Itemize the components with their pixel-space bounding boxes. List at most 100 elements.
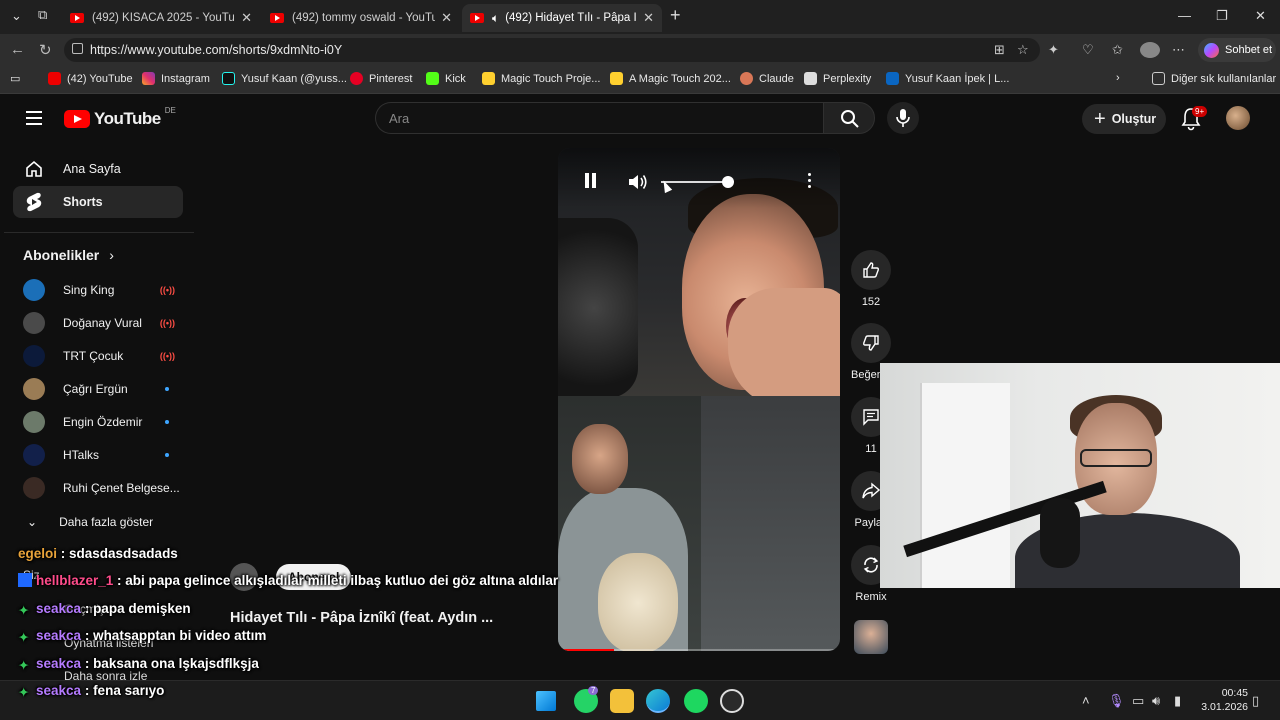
back-icon[interactable]: ← <box>10 41 25 58</box>
subscription-name: Doğanay Vural <box>63 316 142 330</box>
subscriptions-header[interactable]: Abonelikler › <box>23 247 114 263</box>
create-button[interactable]: + Oluştur <box>1082 104 1166 134</box>
refresh-icon[interactable]: ↻ <box>39 41 52 59</box>
bookmark-instagram[interactable]: Instagram <box>142 72 210 85</box>
obs-icon[interactable] <box>720 689 744 713</box>
bookmark-tiktok[interactable]: Yusuf Kaan (@yuss... <box>222 72 347 85</box>
restore-icon[interactable]: ❐ <box>1216 8 1228 24</box>
bookmarks-overflow-chevron-icon[interactable]: › <box>1116 72 1120 84</box>
bookmark-perplexity[interactable]: Perplexity <box>804 72 871 85</box>
more-options-icon[interactable] <box>808 173 811 191</box>
extensions-icon[interactable]: ✦ <box>1048 42 1059 58</box>
workspaces-icon[interactable]: ⧉ <box>38 7 47 23</box>
subscription-item[interactable]: Engin Özdemir <box>13 407 183 437</box>
url-field[interactable]: https://www.youtube.com/shorts/9xdmNto-i… <box>64 38 1040 62</box>
close-tab-icon[interactable]: ✕ <box>441 10 452 26</box>
chat-text: sdasdasdsadads <box>69 546 178 561</box>
minimize-icon[interactable]: — <box>1178 8 1191 23</box>
subscription-item[interactable]: TRT Çocuk ((•)) <box>13 341 183 371</box>
battery-icon[interactable]: ▮ <box>1174 693 1181 709</box>
subscriptions-header-label: Abonelikler <box>23 247 100 263</box>
browser-tab[interactable]: (492) tommy oswald - YouTube ✕ <box>262 4 460 32</box>
chat-text: whatsapptan bi video attım <box>93 628 267 643</box>
microphone-tray-icon[interactable]: 🎙︎ <box>1108 693 1125 709</box>
bookmark-label: Instagram <box>161 72 210 85</box>
favorites-icon[interactable]: ✩ <box>1112 42 1123 58</box>
close-tab-icon[interactable]: ✕ <box>241 10 252 26</box>
chat-separator: : <box>81 601 94 616</box>
browser-tab-active[interactable]: 🔈︎ (492) Hidayet Tılı - Pâpa İznîk ✕ <box>462 4 662 32</box>
volume-slider-knob[interactable] <box>721 176 734 188</box>
subscription-item[interactable]: Sing King ((•)) <box>13 275 183 305</box>
youtube-favicon-icon <box>270 13 284 23</box>
bookmark-pinterest[interactable]: Pinterest <box>350 72 412 85</box>
sidebar-item-shorts[interactable]: Shorts <box>13 186 183 218</box>
other-bookmarks[interactable]: Diğer sık kullanılanlar <box>1152 72 1276 85</box>
close-tab-icon[interactable]: ✕ <box>643 10 654 26</box>
clock-time: 00:45 <box>1221 687 1248 699</box>
search-input[interactable]: Ara <box>375 102 823 134</box>
subscription-item[interactable]: Doğanay Vural ((•)) <box>13 308 183 338</box>
chat-username: hellblazer_1 <box>36 573 114 588</box>
bookmark-linkedin[interactable]: Yusuf Kaan İpek | L... <box>886 72 1009 85</box>
bookmark-kick[interactable]: Kick <box>426 72 466 85</box>
bookmark-claude[interactable]: Claude <box>740 72 794 85</box>
subscription-name: TRT Çocuk <box>63 349 124 363</box>
voice-search-button[interactable] <box>887 102 919 134</box>
short-title[interactable]: Hidayet Tılı - Pâpa İznîkî (feat. Aydın … <box>230 610 493 626</box>
subscription-item[interactable]: Çağrı Ergün <box>13 374 183 404</box>
profile-icon[interactable] <box>1140 42 1160 58</box>
volume-slider[interactable] <box>661 181 731 183</box>
shorts-video-player[interactable] <box>558 148 840 651</box>
new-tab-icon[interactable]: + <box>670 5 681 26</box>
favorite-star-icon[interactable]: ☆ <box>1017 42 1029 58</box>
video-progress-bar[interactable] <box>558 649 840 651</box>
windows-start-icon[interactable] <box>536 691 556 711</box>
sidebar-item-home[interactable]: Ana Sayfa <box>13 153 183 185</box>
bookmark-youtube[interactable]: (42) YouTube <box>48 72 133 85</box>
edge-icon[interactable] <box>646 689 670 713</box>
youtube-logo[interactable]: YouTube DE <box>64 106 176 129</box>
like-button[interactable]: 152 <box>851 250 891 308</box>
chat-username: seakca <box>36 628 82 643</box>
pause-icon[interactable] <box>585 173 599 193</box>
chat-username: seakca <box>36 683 82 698</box>
like-icon <box>851 250 891 290</box>
volume-tray-icon[interactable]: 🔊︎ <box>1152 693 1160 709</box>
browser-essentials-icon[interactable]: ♡ <box>1082 42 1094 58</box>
channel-avatar <box>23 378 45 400</box>
bookmark-magic-touch[interactable]: Magic Touch Proje... <box>482 72 600 85</box>
speaker-icon[interactable]: 🔈︎ <box>492 11 499 26</box>
show-more-button[interactable]: ⌄ Daha fazla göster <box>13 507 183 537</box>
browser-tab[interactable]: (492) KISACA 2025 - YouTube ✕ <box>62 4 260 32</box>
chat-separator: : <box>81 683 94 698</box>
account-avatar[interactable] <box>1226 106 1250 130</box>
copilot-label: Sohbet et <box>1225 44 1273 56</box>
bookmark-magic-touch-2[interactable]: A Magic Touch 202... <box>610 72 731 85</box>
app-available-icon[interactable]: ⊞ <box>994 42 1005 58</box>
tab-list-chevron-icon[interactable]: ⌄ <box>11 8 22 24</box>
close-window-icon[interactable]: ✕ <box>1255 8 1266 24</box>
channel-thumbnail[interactable] <box>854 620 888 654</box>
volume-icon[interactable] <box>627 173 649 191</box>
notification-center-icon[interactable]: ▯ <box>1252 693 1259 709</box>
tabs-icon[interactable]: ▭ <box>10 72 20 85</box>
subscriber-badge-icon: ✦ <box>18 685 30 700</box>
system-clock[interactable]: 00:45 3.01.2026 <box>1196 686 1248 714</box>
more-options-icon[interactable]: ⋯ <box>1172 42 1185 58</box>
windows-taskbar: 7 ˄ 🎙︎ ▭ 🔊︎ ▮ 00:45 3.01.2026 ▯ <box>0 680 1280 720</box>
network-icon[interactable]: ▭ <box>1132 693 1144 709</box>
tray-overflow-chevron-icon[interactable]: ˄ <box>1082 693 1090 708</box>
subscription-item[interactable]: Ruhi Çenet Belgese... <box>13 473 183 503</box>
channel-avatar <box>23 279 45 301</box>
menu-icon[interactable] <box>26 111 42 129</box>
file-explorer-icon[interactable] <box>610 689 634 713</box>
copilot-button[interactable]: Sohbet et <box>1198 38 1276 62</box>
spotify-icon[interactable] <box>684 689 708 713</box>
chat-separator: : <box>81 628 94 643</box>
search-button[interactable] <box>823 102 875 134</box>
subscription-item[interactable]: HTalks <box>13 440 183 470</box>
subscription-name: Çağrı Ergün <box>63 382 128 396</box>
search-icon <box>841 110 859 128</box>
site-info-icon[interactable] <box>72 43 83 54</box>
